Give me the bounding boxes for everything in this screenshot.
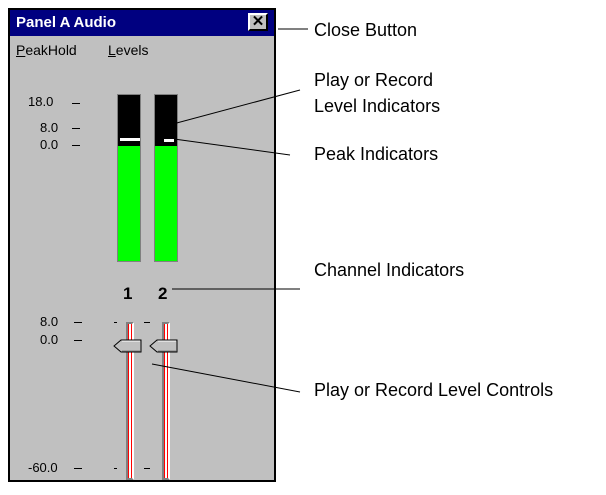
callout-level-controls (151, 363, 301, 393)
callout-lines (151, 28, 308, 393)
annotation-channel-indicators: Channel Indicators (314, 260, 465, 280)
callout-peak (173, 138, 291, 156)
callout-level-indicators (157, 89, 301, 129)
annotation-level-indicators-line2: Level Indicators (314, 96, 441, 116)
annotation-close-button: Close Button (314, 20, 418, 40)
annotation-level-controls: Play or Record Level Controls (314, 380, 554, 400)
annotation-level-indicators-line1: Play or Record (314, 70, 434, 90)
annotation-peak-indicators: Peak Indicators (314, 144, 439, 164)
